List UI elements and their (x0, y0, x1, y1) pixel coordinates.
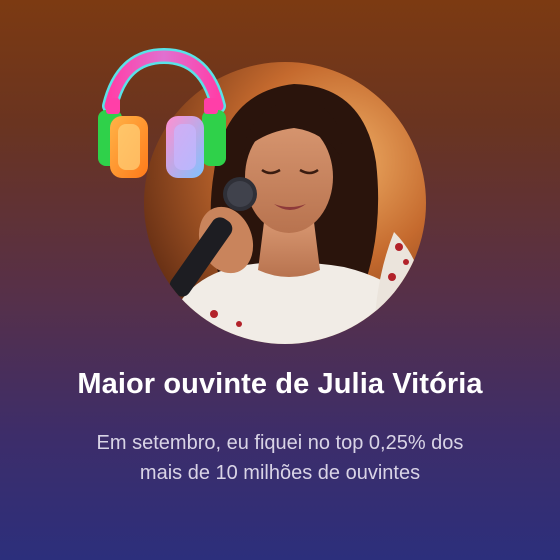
subtitle-line-1: Em setembro, eu fiquei no top 0,25% dos (96, 432, 464, 454)
headphones-icon (92, 47, 232, 190)
subtitle-line-2: mais de 10 milhões de ouvintes (139, 462, 421, 484)
card-title: Maior ouvinte de Julia Vitória (77, 368, 483, 400)
listener-card: Maior ouvinte de Julia Vitória Em setemb… (0, 0, 560, 560)
card-subtitle: Em setembro, eu fiquei no top 0,25% dos … (60, 428, 500, 488)
